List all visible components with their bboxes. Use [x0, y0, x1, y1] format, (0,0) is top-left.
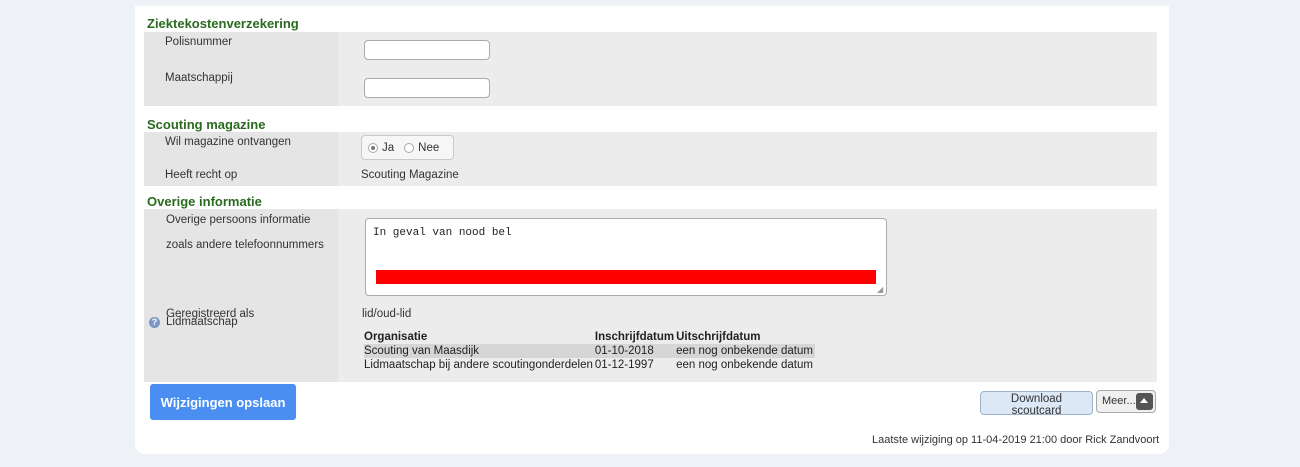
receive-magazine-label: Wil magazine ontvangen: [165, 136, 291, 148]
cell-start-date: 01-10-2018: [594, 344, 677, 358]
section-title-magazine: Scouting magazine: [147, 117, 266, 132]
section-magazine: [144, 132, 1157, 186]
redaction-bar: [376, 270, 876, 284]
radio-no-label[interactable]: Nee: [418, 142, 439, 154]
resize-handle-icon[interactable]: ◢: [877, 286, 885, 294]
policy-number-input[interactable]: [364, 40, 490, 60]
other-info-textarea[interactable]: In geval van nood bel: [365, 218, 887, 296]
chevron-up-icon[interactable]: [1136, 393, 1153, 410]
receive-magazine-radio-group: Ja Nee: [361, 135, 454, 160]
cell-start-date: 01-12-1997: [594, 359, 654, 371]
entitled-label: Heeft recht op: [165, 169, 238, 181]
cell-organisation: Lidmaatschap bij andere scoutingonderdel…: [364, 359, 593, 371]
policy-number-label: Polisnummer: [165, 36, 233, 48]
cell-end-date: een nog onbekende datum: [676, 359, 813, 371]
column-header-organisation: Organisatie: [364, 331, 428, 343]
company-label: Maatschappij: [165, 72, 233, 84]
radio-yes-label[interactable]: Ja: [382, 142, 394, 154]
table-row: Scouting van Maasdijk 01-10-2018 een nog…: [364, 344, 815, 358]
membership-table: Organisatie Inschrijfdatum Uitschrijfdat…: [364, 330, 815, 372]
other-info-label-line1: Overige persoons informatie: [166, 214, 311, 226]
more-button[interactable]: Meer...: [1096, 390, 1156, 413]
section-insurance: [144, 32, 1157, 106]
save-changes-button[interactable]: Wijzigingen opslaan: [150, 384, 296, 420]
cell-organisation: Scouting van Maasdijk: [364, 344, 595, 358]
membership-label: Lidmaatschap: [166, 316, 238, 328]
help-icon[interactable]: ?: [149, 317, 160, 328]
column-header-end-date: Uitschrijfdatum: [676, 331, 761, 343]
last-change-info: Laatste wijziging op 11-04-2019 21:00 do…: [872, 434, 1160, 446]
membership-table-header: Organisatie Inschrijfdatum Uitschrijfdat…: [364, 330, 815, 344]
company-input[interactable]: [364, 78, 490, 98]
column-header-start-date: Inschrijfdatum: [594, 331, 675, 343]
registered-as-value: lid/oud-lid: [362, 308, 412, 320]
entitled-value: Scouting Magazine: [361, 169, 459, 181]
download-scoutcard-button[interactable]: Download scoutcard: [980, 391, 1093, 417]
section-title-other: Overige informatie: [147, 194, 262, 209]
section-title-insurance: Ziektekostenverzekering: [147, 16, 299, 31]
more-button-label[interactable]: Meer...: [1102, 395, 1136, 407]
radio-no[interactable]: [404, 142, 415, 153]
radio-yes[interactable]: [368, 142, 378, 153]
cell-end-date: een nog onbekende datum: [676, 344, 815, 358]
table-row: Lidmaatschap bij andere scoutingonderdel…: [364, 358, 815, 372]
other-info-label-line2: zoals andere telefoonnummers: [166, 239, 324, 251]
